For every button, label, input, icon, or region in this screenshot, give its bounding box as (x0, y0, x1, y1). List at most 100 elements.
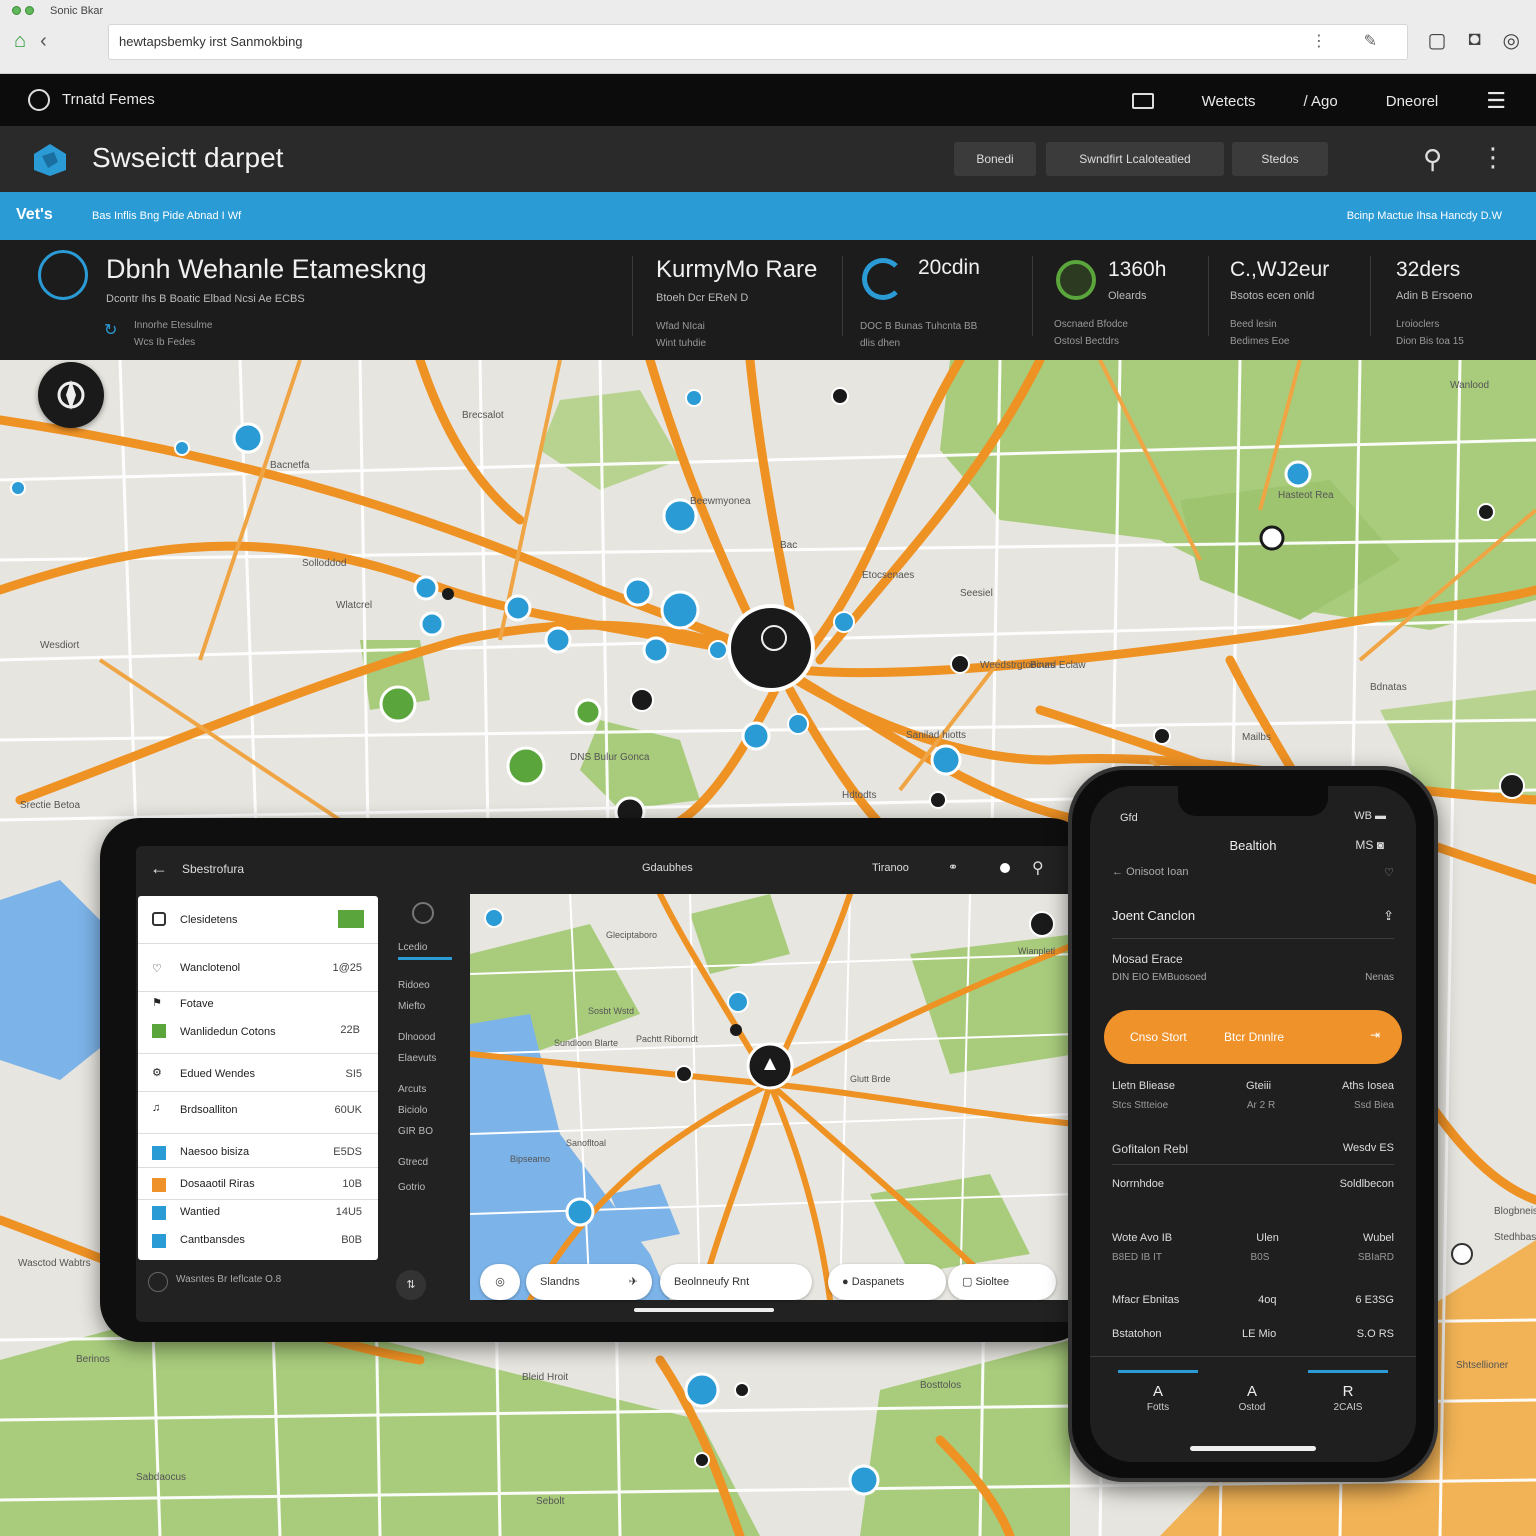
list-item[interactable]: ⚙ Edued Wendes SI5 (138, 1056, 378, 1092)
status-right: WB ▬ (1354, 810, 1386, 822)
list-item-label: Dosaaotil Riras (180, 1178, 255, 1190)
search-icon[interactable]: ⚲ (1032, 858, 1044, 878)
list-item[interactable]: Cantbansdes B0B (138, 1228, 378, 1258)
map-pin-icon (730, 1024, 742, 1036)
url-text[interactable]: hewtapsbemky irst Sanmokbing (119, 34, 303, 49)
grid-cell: B8ED IB IT (1112, 1252, 1163, 1263)
phone-row[interactable]: Gofitalon Rebl Wesdv ES (1112, 1142, 1394, 1156)
phone-row-label: Gofitalon Rebl (1112, 1142, 1189, 1156)
menu-item-wetects[interactable]: Wetects (1202, 93, 1256, 110)
list-item[interactable]: Naesoo bisiza E5DS (138, 1136, 378, 1168)
menu-item-ago[interactable]: / Ago (1304, 93, 1338, 110)
list-item[interactable]: ♡ Wanclotenol 1@25 (138, 946, 378, 992)
window-icon[interactable] (1131, 93, 1154, 109)
map-chip[interactable]: Slandns ✈ (526, 1264, 652, 1300)
tablet-map[interactable]: Gleciptaboro Wianpletl Sosbt Wstd Sundlo… (470, 894, 1076, 1300)
map-pin-icon (1259, 525, 1285, 551)
side-item[interactable]: GIR BO (398, 1126, 458, 1137)
share-icon[interactable]: ⇪ (1383, 908, 1394, 924)
locate-me-button[interactable] (38, 362, 104, 428)
side-item[interactable]: Gtrecd (398, 1157, 458, 1168)
list-item[interactable]: ⚑ Fotave Wanlidedun Cotons 22B (138, 994, 378, 1054)
hamburger-icon[interactable]: ☰ (1486, 88, 1506, 114)
edit-icon[interactable]: ✎ (1364, 31, 1377, 51)
tablet-header-mid[interactable]: Gdaubhes (642, 862, 693, 874)
list-item[interactable]: ♫ Brdsoalliton 60UK (138, 1092, 378, 1134)
phone-row[interactable]: Norrnhdoe Soldlbecon (1112, 1178, 1394, 1190)
app-logo-icon[interactable] (28, 89, 50, 111)
banner-right-text[interactable]: Bcinp Mactue Ihsa Hancdy D.W (1347, 210, 1502, 222)
map-chip[interactable]: ▢ Sioltee (948, 1264, 1056, 1300)
phone-row[interactable]: Mfacr Ebnitas 4oq 6 E3SG (1112, 1294, 1394, 1306)
side-item[interactable]: Ridoeo (398, 980, 458, 991)
list-item-value: 1@25 (332, 962, 362, 974)
side-item[interactable]: Elaevuts (398, 1053, 458, 1064)
start-route-button[interactable]: Cnso Stort Btcr Dnnlre ⇥ (1104, 1010, 1402, 1064)
filter-pill-stedos[interactable]: Stedos (1232, 142, 1328, 176)
more-icon[interactable]: ⋮ (1311, 31, 1327, 51)
map-pin-icon (660, 590, 700, 630)
map-label: Gleciptaboro (606, 930, 658, 940)
side-item[interactable]: Biciolo (398, 1105, 458, 1116)
grid-cell: Ulen (1256, 1232, 1279, 1244)
phone-grid-1: Lletn Bliease Gteiii Aths Iosea Stcs Stt… (1112, 1080, 1394, 1111)
tablet-header-right[interactable]: Tiranoo (872, 862, 909, 874)
map-label: Bosttolos (920, 1380, 962, 1391)
back-arrow-icon[interactable]: ← (150, 858, 168, 879)
grid-row: B8ED IB IT B0S SBIaRD (1112, 1252, 1394, 1263)
menu-item-dneorel[interactable]: Dneorel (1386, 93, 1439, 110)
map-chip-label: Daspanets (851, 1276, 905, 1288)
back-arrow-icon[interactable]: ← (1112, 866, 1123, 878)
filter-icon[interactable] (412, 902, 434, 924)
side-item[interactable]: Arcuts (398, 1084, 458, 1095)
tab-ostod[interactable]: A Ostod (1212, 1370, 1292, 1413)
map-label: Blogbneiss (1494, 1206, 1536, 1217)
home-indicator (1190, 1446, 1316, 1451)
page-icon[interactable]: ▢ (1428, 28, 1447, 53)
back-icon[interactable]: ‹ (40, 30, 47, 53)
settings-icon[interactable]: ◎ (1503, 28, 1520, 53)
tab-fotts[interactable]: A Fotts (1118, 1370, 1198, 1413)
side-item[interactable]: Miefto (398, 1001, 458, 1012)
status-dot-icon (1000, 863, 1010, 873)
user-icon[interactable]: MS ◙ (1355, 838, 1384, 852)
tab-2cais[interactable]: R 2CAIS (1308, 1370, 1388, 1413)
link-icon[interactable]: ⚭ (948, 860, 958, 874)
refresh-icon[interactable]: ↻ (104, 320, 117, 340)
grid-cell: Stcs Sttteioe (1112, 1100, 1169, 1111)
filter-pill-bonedi[interactable]: Bonedi (954, 142, 1036, 176)
map-label: Wesdiort (40, 640, 80, 651)
map-pin-icon (544, 626, 572, 654)
phone-back-row[interactable]: ← Onisoot Ioan ♡ (1112, 866, 1394, 879)
heart-icon[interactable]: ♡ (1384, 866, 1394, 879)
stat-main-title: Dbnh Wehanle Etameskng (106, 254, 427, 284)
address-bar[interactable]: hewtapsbemky irst Sanmokbing ⋮ ✎ (108, 24, 1408, 60)
current-location-marker (727, 604, 815, 692)
map-pin-icon (506, 746, 546, 786)
list-item[interactable]: Clesidetens (138, 896, 378, 944)
tab-label: Fotts (1146, 1402, 1170, 1413)
kebab-menu-icon[interactable]: ⋮ (1480, 142, 1506, 173)
search-icon[interactable]: ⚲ (1423, 144, 1442, 175)
expand-icon[interactable]: ⇅ (396, 1270, 426, 1300)
save-icon[interactable]: ◘ (1468, 28, 1480, 53)
phone-item[interactable]: Mosad Erace DIN EIO EMBuosoed Nenas (1112, 952, 1394, 983)
map-chip[interactable]: ● Daspanets (828, 1264, 946, 1300)
map-pin-icon (694, 1452, 710, 1468)
filter-pill-swndfirt[interactable]: Swndfirt Lcaloteatied (1046, 142, 1224, 176)
window-controls[interactable] (12, 6, 34, 15)
tab-title[interactable]: Sonic Bkar (50, 5, 103, 17)
side-item[interactable]: Gotrio (398, 1182, 458, 1193)
list-item[interactable]: Wantied 14U5 (138, 1200, 378, 1228)
list-item[interactable]: Dosaaotil Riras 10B (138, 1170, 378, 1200)
phone-row[interactable]: Bstatohon LE Mio S.O RS (1112, 1328, 1394, 1340)
side-item[interactable]: Lcedio (398, 942, 458, 953)
tablet-device: ← Sbestrofura Gdaubhes Tiranoo ⚭ ⚲ Clesi… (100, 818, 1090, 1342)
map-chip-icon-button[interactable]: ◎ (480, 1264, 520, 1300)
map-pin-icon (484, 908, 504, 928)
tablet-map-canvas[interactable] (470, 894, 1076, 1300)
map-chip[interactable]: Beolnneufy Rnt (660, 1264, 812, 1300)
home-icon[interactable]: ⌂ (14, 30, 26, 53)
stat-hours-line1: Oscnaed Bfodce (1054, 319, 1128, 330)
side-item[interactable]: Dlnoood (398, 1032, 458, 1043)
